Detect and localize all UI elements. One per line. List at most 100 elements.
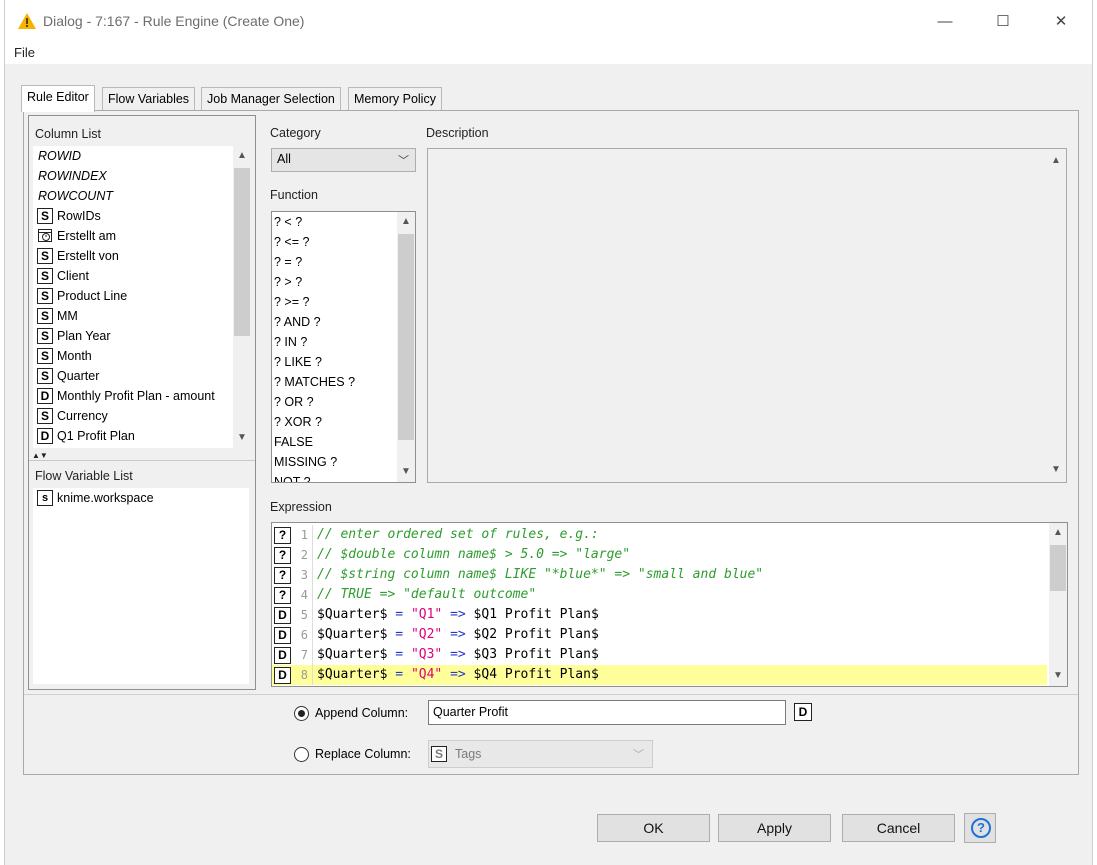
- expression-line[interactable]: ? 1 // enter ordered set of rules, e.g.:: [272, 525, 1047, 545]
- code-token: $Quarter$: [317, 667, 396, 682]
- replace-column-value: Tags: [455, 747, 482, 761]
- close-button[interactable]: ✕: [1031, 0, 1091, 42]
- function-list-item[interactable]: ? IN ?: [272, 332, 396, 352]
- column-list-item[interactable]: ROWINDEX: [33, 166, 233, 186]
- function-list-item[interactable]: FALSE: [272, 432, 396, 452]
- scroll-up-icon[interactable]: ▲: [233, 148, 251, 164]
- flow-variable-item[interactable]: s knime.workspace: [33, 488, 249, 508]
- expression-line[interactable]: ? 4 // TRUE => "default outcome": [272, 585, 1047, 605]
- description-box: ▲ ▼: [427, 148, 1067, 483]
- expression-code: $Quarter$ = "Q4" => $Q4 Profit Plan$: [313, 665, 599, 685]
- replace-column-select[interactable]: S Tags ﹀: [428, 740, 653, 768]
- function-list-item[interactable]: ? MATCHES ?: [272, 372, 396, 392]
- string-type-icon: S: [37, 288, 53, 304]
- function-list-item[interactable]: ? LIKE ?: [272, 352, 396, 372]
- append-column-input[interactable]: Quarter Profit: [428, 700, 786, 725]
- code-token: $Q4 Profit Plan$: [465, 667, 599, 682]
- code-token: // TRUE => "default outcome": [317, 587, 537, 602]
- column-list-item[interactable]: ROWCOUNT: [33, 186, 233, 206]
- line-number: 1: [291, 525, 313, 545]
- category-select[interactable]: All ﹀: [271, 148, 416, 172]
- line-number: 6: [291, 625, 313, 645]
- tab-rule-editor[interactable]: Rule Editor: [21, 85, 95, 112]
- cancel-button[interactable]: Cancel: [842, 814, 955, 842]
- function-list-item[interactable]: ? AND ?: [272, 312, 396, 332]
- replace-column-radio[interactable]: [294, 747, 309, 762]
- column-list-item[interactable]: S Month: [33, 346, 233, 366]
- string-type-icon: S: [431, 746, 447, 762]
- column-list-item[interactable]: S Currency: [33, 406, 233, 426]
- column-list-item[interactable]: Erstellt am: [33, 226, 233, 246]
- tab-flow-variables[interactable]: Flow Variables: [102, 87, 196, 111]
- tab-memory-policy[interactable]: Memory Policy: [348, 87, 442, 111]
- category-label: Category: [270, 126, 321, 140]
- column-list-item[interactable]: S Erstellt von: [33, 246, 233, 266]
- scroll-down-icon[interactable]: ▼: [233, 430, 251, 446]
- column-list-item[interactable]: ROWID: [33, 146, 233, 166]
- expression-line[interactable]: D 7 $Quarter$ = "Q3" => $Q3 Profit Plan$: [272, 645, 1047, 665]
- expression-code: // $double column name$ > 5.0 => "large": [313, 545, 630, 565]
- scroll-down-icon[interactable]: ▼: [1048, 462, 1064, 478]
- double-type-icon: D: [37, 388, 53, 404]
- column-list-item[interactable]: S RowIDs: [33, 206, 233, 226]
- scroll-up-icon[interactable]: ▲: [397, 214, 415, 230]
- scroll-down-icon[interactable]: ▼: [1049, 668, 1067, 684]
- expression-line[interactable]: ? 2 // $double column name$ > 5.0 => "larg…: [272, 545, 1047, 565]
- expression-line[interactable]: D 8 $Quarter$ = "Q4" => $Q4 Profit Plan$: [272, 665, 1047, 685]
- function-list-item[interactable]: ? OR ?: [272, 392, 396, 412]
- function-list-item[interactable]: ? XOR ?: [272, 412, 396, 432]
- scroll-thumb[interactable]: [1050, 545, 1066, 591]
- code-token: =: [395, 627, 404, 642]
- code-token: =: [395, 667, 404, 682]
- date-type-icon: [37, 228, 53, 244]
- expression-line[interactable]: D 6 $Quarter$ = "Q2" => $Q2 Profit Plan$: [272, 625, 1047, 645]
- column-list-item[interactable]: S Plan Year: [33, 326, 233, 346]
- function-list-item[interactable]: ? >= ?: [272, 292, 396, 312]
- expression-editor[interactable]: ? 1// enter ordered set of rules, e.g.:? 2…: [271, 522, 1068, 687]
- code-token: $Q1 Profit Plan$: [465, 607, 599, 622]
- expression-scrollbar[interactable]: ▲ ▼: [1049, 523, 1067, 686]
- rule-unknown-icon: ?: [274, 546, 291, 564]
- function-list-item[interactable]: MISSING ?: [272, 452, 396, 472]
- divider: [24, 694, 1078, 695]
- column-list-item[interactable]: D Monthly Profit Plan - amount: [33, 386, 233, 406]
- splitter-handle[interactable]: ▲▼: [32, 452, 258, 460]
- column-list-scrollbar[interactable]: ▲ ▼: [233, 146, 251, 448]
- column-list-item[interactable]: S MM: [33, 306, 233, 326]
- scroll-thumb[interactable]: [234, 168, 250, 336]
- function-list-scrollbar[interactable]: ▲ ▼: [397, 212, 415, 482]
- function-list-item[interactable]: NOT ?: [272, 472, 396, 482]
- function-list-item[interactable]: ? > ?: [272, 272, 396, 292]
- expression-code: // $string column name$ LIKE "*blue*" =>…: [313, 565, 763, 585]
- scroll-up-icon[interactable]: ▲: [1049, 525, 1067, 541]
- expression-line[interactable]: ? 3 // $string column name$ LIKE "*blue*" …: [272, 565, 1047, 585]
- line-number: 4: [291, 585, 313, 605]
- apply-button[interactable]: Apply: [718, 814, 831, 842]
- help-button[interactable]: ?: [964, 813, 996, 843]
- category-value: All: [277, 152, 291, 166]
- minimize-button[interactable]: —: [915, 0, 975, 42]
- expression-code: // TRUE => "default outcome": [313, 585, 536, 605]
- menu-file[interactable]: File: [14, 45, 35, 60]
- column-list-item[interactable]: S Quarter: [33, 366, 233, 386]
- expression-line[interactable]: D 5 $Quarter$ = "Q1" => $Q1 Profit Plan$: [272, 605, 1047, 625]
- column-list-label: Column List: [35, 127, 101, 141]
- column-name: Client: [57, 269, 89, 283]
- function-list-item[interactable]: ? <= ?: [272, 232, 396, 252]
- rule-editor-panel: Column List ROWID ROWINDEX ROWCOUNT S RowIDs…: [23, 110, 1079, 775]
- code-token: "Q1": [410, 607, 443, 622]
- column-list-item[interactable]: S Product Line: [33, 286, 233, 306]
- scroll-up-icon[interactable]: ▲: [1048, 153, 1064, 169]
- append-column-radio[interactable]: [294, 706, 309, 721]
- column-list-item[interactable]: S Client: [33, 266, 233, 286]
- column-list-item[interactable]: D Q1 Profit Plan: [33, 426, 233, 446]
- function-list-item[interactable]: ? < ?: [272, 212, 396, 232]
- ok-button[interactable]: OK: [597, 814, 710, 842]
- function-list-item[interactable]: ? = ?: [272, 252, 396, 272]
- maximize-button[interactable]: ☐: [973, 0, 1033, 42]
- scroll-thumb[interactable]: [398, 234, 414, 440]
- scroll-down-icon[interactable]: ▼: [397, 464, 415, 480]
- tab-job-manager-selection[interactable]: Job Manager Selection: [201, 87, 341, 111]
